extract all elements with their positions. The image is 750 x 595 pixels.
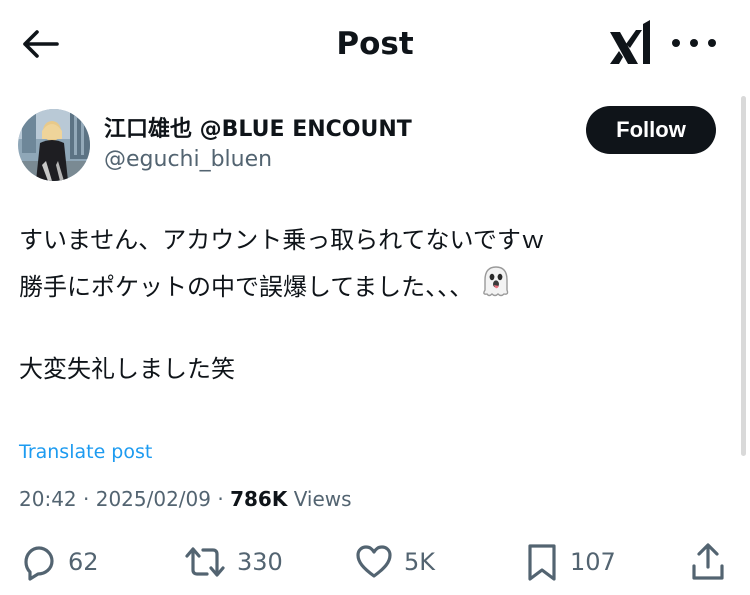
author-handle[interactable]: @eguchi_bluen bbox=[104, 146, 272, 174]
more-dot bbox=[708, 39, 716, 47]
heart-icon bbox=[356, 545, 392, 578]
meta-separator: · bbox=[217, 487, 224, 511]
header-bar: Post bbox=[0, 0, 750, 88]
bookmark-count: 107 bbox=[570, 548, 616, 576]
grok-button[interactable] bbox=[604, 18, 654, 68]
grok-icon bbox=[610, 20, 650, 64]
post-text-line-2: 勝手にポケットの中で誤爆してました、、、 bbox=[19, 264, 513, 309]
share-button[interactable] bbox=[688, 540, 728, 584]
meta-separator: · bbox=[83, 487, 90, 511]
more-horizontal-icon bbox=[672, 39, 680, 47]
reply-button[interactable]: 62 bbox=[18, 540, 99, 584]
repost-icon bbox=[185, 547, 225, 577]
post-text-line-2-text: 勝手にポケットの中で誤爆してました、、、 bbox=[19, 273, 474, 301]
scrollbar[interactable] bbox=[741, 96, 746, 456]
author-name[interactable]: 江口雄也 @BLUE ENCOUNT bbox=[104, 116, 412, 144]
translate-post-link[interactable]: Translate post bbox=[19, 439, 152, 465]
views-count: 786K bbox=[230, 487, 288, 511]
ghost-emoji-icon bbox=[479, 264, 513, 306]
repost-button[interactable]: 330 bbox=[183, 540, 283, 584]
reply-icon bbox=[24, 546, 54, 581]
post-date[interactable]: 2025/02/09 bbox=[96, 487, 211, 511]
more-button[interactable] bbox=[672, 32, 716, 54]
avatar[interactable] bbox=[18, 109, 90, 181]
more-dot bbox=[690, 39, 698, 47]
post-meta: 20:42 · 2025/02/09 · 786K Views bbox=[19, 485, 352, 513]
reply-count: 62 bbox=[68, 548, 99, 576]
like-count: 5K bbox=[404, 548, 436, 576]
follow-button[interactable]: Follow bbox=[586, 106, 716, 154]
share-icon bbox=[692, 543, 724, 580]
post-text-line-3: 大変失礼しました笑 bbox=[19, 355, 235, 383]
bookmark-button[interactable]: 107 bbox=[524, 540, 616, 584]
repost-count: 330 bbox=[237, 548, 283, 576]
post-text-line-1: すいません、アカウント乗っ取られてないですｗ bbox=[19, 226, 545, 254]
post-time[interactable]: 20:42 bbox=[19, 487, 77, 511]
avatar-image bbox=[18, 109, 90, 181]
views-label: Views bbox=[293, 487, 352, 511]
like-button[interactable]: 5K bbox=[354, 540, 435, 584]
bookmark-icon bbox=[528, 544, 556, 581]
